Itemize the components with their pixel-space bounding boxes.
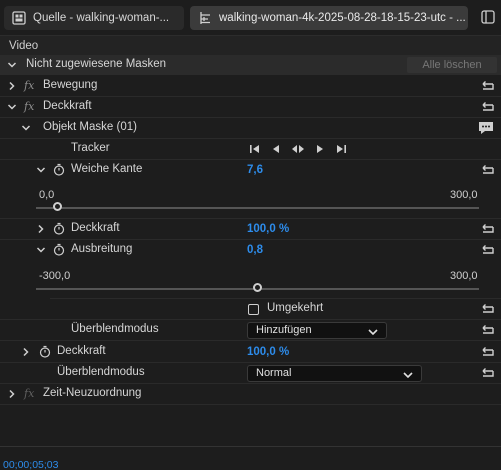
inverted-label: Umgekehrt: [267, 302, 324, 314]
chevron-down-icon[interactable]: [21, 123, 31, 136]
opacity-value[interactable]: 100,0 %: [247, 346, 289, 358]
tracker-label: Tracker: [71, 142, 110, 154]
expansion-row[interactable]: Ausbreitung 0,8: [0, 240, 501, 261]
feather-slider-track[interactable]: [36, 207, 479, 209]
time-remap-row[interactable]: fx Zeit-Neuzuordnung: [0, 384, 501, 405]
feather-max: 300,0: [450, 189, 478, 201]
stopwatch-icon[interactable]: [53, 163, 65, 179]
stopwatch-icon[interactable]: [53, 222, 65, 238]
reset-icon[interactable]: [479, 79, 495, 96]
clip-icon: [12, 11, 26, 25]
chevron-down-icon[interactable]: [7, 102, 17, 115]
opacity-value-row[interactable]: Deckkraft 100,0 %: [0, 342, 501, 363]
chevron-down-icon[interactable]: [7, 60, 17, 73]
chevron-down-icon[interactable]: [36, 165, 46, 178]
reset-icon[interactable]: [479, 366, 495, 383]
timecode[interactable]: 00;00;05;03: [3, 459, 58, 470]
feather-row[interactable]: Weiche Kante 7,6: [0, 160, 501, 181]
tab-source[interactable]: Quelle - walking-woman-...: [4, 6, 184, 30]
divider: [0, 446, 501, 447]
reset-icon[interactable]: [479, 163, 495, 180]
mask-blend-value: Hinzufügen: [256, 324, 312, 336]
effect-motion-row[interactable]: fx Bewegung: [0, 76, 501, 97]
feather-slider-thumb[interactable]: [52, 202, 62, 211]
mask-blend-row: Überblendmodus Hinzufügen: [0, 320, 501, 341]
chevron-down-icon: [368, 326, 378, 341]
mask-opacity-row[interactable]: Deckkraft 100,0 %: [0, 219, 501, 240]
expansion-slider-thumb[interactable]: [252, 283, 262, 292]
section-video-header: Video: [0, 35, 501, 55]
fx-icon[interactable]: fx: [24, 387, 34, 400]
fx-icon[interactable]: fx: [24, 79, 34, 92]
mask-opacity-label: Deckkraft: [71, 222, 120, 234]
track-both-icon[interactable]: [291, 144, 305, 157]
reset-icon[interactable]: [479, 302, 495, 319]
tab-bar: Quelle - walking-woman-... walking-woman…: [0, 0, 501, 34]
track-backward-all-icon[interactable]: [249, 144, 261, 157]
feather-value[interactable]: 7,6: [247, 164, 263, 176]
expansion-value[interactable]: 0,8: [247, 244, 263, 256]
feather-label: Weiche Kante: [71, 163, 143, 175]
fx-icon[interactable]: fx: [24, 100, 34, 113]
effect-opacity-label: Deckkraft: [43, 100, 92, 112]
time-remap-label: Zeit-Neuzuordnung: [43, 387, 142, 399]
reset-icon[interactable]: [479, 100, 495, 117]
mask-label: Objekt Maske (01): [43, 121, 137, 133]
mask-blend-dropdown[interactable]: Hinzufügen: [247, 322, 387, 339]
expansion-label: Ausbreitung: [71, 243, 133, 255]
blend-dropdown[interactable]: Normal: [247, 365, 422, 382]
track-forward-all-icon[interactable]: [335, 144, 347, 157]
expansion-min: -300,0: [39, 270, 71, 282]
track-forward-icon[interactable]: [315, 144, 325, 157]
unassigned-masks-label: Nicht zugewiesene Masken: [26, 58, 166, 70]
mask-opacity-value[interactable]: 100,0 %: [247, 223, 289, 235]
clear-all-button[interactable]: Alle löschen: [407, 57, 497, 73]
chevron-right-icon[interactable]: [21, 347, 31, 360]
section-title: Video: [9, 40, 39, 52]
expansion-max: 300,0: [450, 270, 478, 282]
tab-source-label: Quelle - walking-woman-...: [33, 12, 170, 24]
track-backward-icon[interactable]: [271, 144, 281, 157]
opacity-value-label: Deckkraft: [57, 345, 106, 357]
blend-label: Überblendmodus: [57, 366, 145, 378]
reset-icon[interactable]: [479, 222, 495, 239]
chevron-down-icon[interactable]: [36, 245, 46, 258]
inverted-checkbox[interactable]: [248, 304, 259, 315]
tab-effect-controls-label: walking-woman-4k-2025-08-28-18-15-23-utc…: [219, 12, 466, 24]
effect-motion-label: Bewegung: [43, 79, 98, 91]
tab-effect-controls[interactable]: walking-woman-4k-2025-08-28-18-15-23-utc…: [190, 6, 468, 30]
mask-row[interactable]: Objekt Maske (01): [0, 118, 501, 139]
empty-area: [0, 404, 501, 446]
feather-min: 0,0: [39, 189, 55, 201]
reset-icon[interactable]: [479, 323, 495, 340]
comment-icon[interactable]: [477, 120, 495, 139]
reset-icon[interactable]: [479, 243, 495, 260]
effect-controls-icon: [198, 11, 212, 25]
chevron-right-icon[interactable]: [36, 224, 46, 237]
unassigned-masks-row[interactable]: Nicht zugewiesene Masken Alle löschen: [0, 55, 501, 75]
tracker-row: Tracker: [0, 139, 501, 160]
chevron-right-icon[interactable]: [7, 389, 17, 402]
effect-opacity-row[interactable]: fx Deckkraft: [0, 97, 501, 118]
stopwatch-icon[interactable]: [53, 243, 65, 259]
blend-row: Überblendmodus Normal: [0, 363, 501, 384]
stopwatch-icon[interactable]: [39, 345, 51, 361]
chevron-right-icon[interactable]: [7, 81, 17, 94]
blend-value: Normal: [256, 367, 292, 379]
inverted-row[interactable]: Umgekehrt: [0, 299, 501, 320]
chevron-down-icon: [403, 369, 413, 384]
reset-icon[interactable]: [479, 345, 495, 362]
mask-blend-label: Überblendmodus: [71, 323, 159, 335]
panel-layout-icon[interactable]: [481, 10, 495, 27]
